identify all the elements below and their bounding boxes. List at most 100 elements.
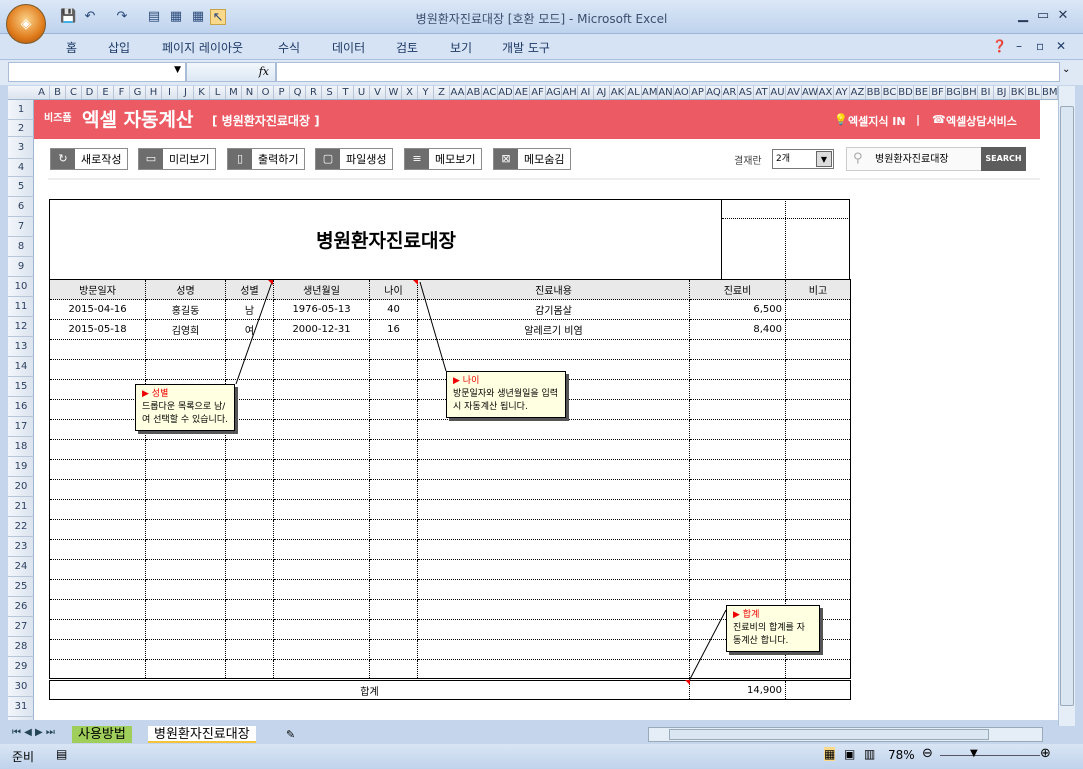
row-header[interactable]: 16 (8, 397, 34, 417)
cell[interactable] (689, 579, 786, 600)
column-header[interactable]: AS (738, 86, 754, 99)
row-header[interactable]: 22 (8, 517, 34, 537)
search-button[interactable]: SEARCH (981, 147, 1026, 171)
row-header[interactable]: 19 (8, 457, 34, 477)
cell[interactable] (369, 659, 418, 680)
chevron-down-icon[interactable]: ▼ (816, 151, 832, 167)
cell[interactable] (225, 339, 274, 360)
column-header[interactable]: BJ (994, 86, 1010, 99)
cell[interactable] (49, 599, 146, 620)
zoom-level[interactable]: 78% (888, 748, 915, 762)
cell[interactable] (689, 499, 786, 520)
cell[interactable]: 알레르기 비염 (417, 319, 690, 340)
column-header[interactable]: W (386, 86, 402, 99)
cell[interactable] (225, 579, 274, 600)
column-header[interactable]: D (82, 86, 98, 99)
cell[interactable] (369, 459, 418, 480)
row-header[interactable]: 18 (8, 437, 34, 457)
column-header[interactable]: A (34, 86, 50, 99)
cell[interactable] (273, 579, 370, 600)
help-icon[interactable]: ❓ (992, 39, 1007, 53)
cell[interactable] (225, 459, 274, 480)
chevron-down-icon[interactable]: ▼ (174, 65, 181, 75)
row-header[interactable]: 6 (8, 197, 34, 217)
cell[interactable] (49, 439, 146, 460)
cell[interactable] (689, 479, 786, 500)
cell[interactable] (49, 579, 146, 600)
cell[interactable] (785, 359, 851, 380)
row-header[interactable]: 13 (8, 337, 34, 357)
cell[interactable] (273, 499, 370, 520)
cell[interactable] (785, 319, 851, 340)
total-label[interactable]: 합계 (49, 678, 690, 700)
column-header[interactable]: BE (914, 86, 930, 99)
cell[interactable] (145, 479, 226, 500)
cell[interactable] (417, 419, 690, 440)
save-icon[interactable]: 💾 (60, 9, 76, 25)
column-header[interactable]: BG (946, 86, 962, 99)
print-preview-icon[interactable]: ▤ (146, 9, 162, 25)
column-header[interactable]: L (210, 86, 226, 99)
cell[interactable] (785, 459, 851, 480)
row-header[interactable]: 15 (8, 377, 34, 397)
column-header[interactable]: AA (450, 86, 466, 99)
cell[interactable] (785, 659, 851, 680)
page-layout-view-icon[interactable]: ▣ (844, 747, 855, 761)
cell[interactable] (273, 379, 370, 400)
name-box[interactable]: ▼ (8, 62, 186, 82)
cell[interactable] (417, 559, 690, 580)
column-header[interactable]: G (130, 86, 146, 99)
row-header[interactable]: 31 (8, 697, 34, 717)
cell[interactable] (417, 639, 690, 660)
row-header[interactable]: 23 (8, 537, 34, 557)
cell[interactable] (369, 619, 418, 640)
column-header[interactable]: AB (466, 86, 482, 99)
column-header[interactable]: AG (546, 86, 562, 99)
cell[interactable] (417, 619, 690, 640)
column-header[interactable]: BC (882, 86, 898, 99)
cell[interactable] (417, 519, 690, 540)
row-header[interactable]: 27 (8, 617, 34, 637)
cell[interactable] (225, 639, 274, 660)
cell[interactable] (369, 579, 418, 600)
cell[interactable]: 16 (369, 319, 418, 340)
sheet-tab-usage[interactable]: 사용방법 (72, 726, 132, 743)
column-heading[interactable]: 비고 (785, 279, 851, 300)
cell[interactable] (369, 399, 418, 420)
show-memo-button[interactable]: ≡ 메모보기 (404, 148, 483, 170)
cell[interactable] (225, 659, 274, 680)
insert-sheet-icon[interactable]: ✎ (280, 726, 301, 743)
column-header[interactable]: N (242, 86, 258, 99)
cell[interactable] (785, 678, 851, 700)
cell[interactable] (49, 339, 146, 360)
tab-home[interactable]: 홈 (66, 39, 77, 56)
cell[interactable] (369, 479, 418, 500)
column-header[interactable]: AH (562, 86, 578, 99)
cell[interactable] (145, 339, 226, 360)
cell[interactable] (689, 539, 786, 560)
column-header[interactable]: AE (514, 86, 530, 99)
cell[interactable] (145, 619, 226, 640)
cell[interactable] (145, 539, 226, 560)
scroll-thumb[interactable] (1060, 106, 1074, 706)
cell[interactable] (145, 519, 226, 540)
cell[interactable] (49, 659, 146, 680)
column-header[interactable]: BH (962, 86, 978, 99)
column-heading[interactable]: 방문일자 (49, 279, 146, 300)
column-header[interactable]: AZ (850, 86, 866, 99)
cell[interactable] (225, 439, 274, 460)
new-button[interactable]: ↻ 새로작성 (50, 148, 129, 170)
column-header[interactable]: AK (610, 86, 626, 99)
select-pointer-icon[interactable]: ↖ (210, 9, 226, 25)
row-header[interactable]: 9 (8, 257, 34, 277)
column-header[interactable]: BK (1010, 86, 1026, 99)
cell[interactable] (273, 539, 370, 560)
cell[interactable]: 감기몸살 (417, 299, 690, 320)
tab-data[interactable]: 데이터 (332, 39, 365, 56)
cell[interactable]: 40 (369, 299, 418, 320)
row-header[interactable]: 10 (8, 277, 34, 297)
row-header[interactable]: 30 (8, 677, 34, 697)
print-button[interactable]: ▯ 출력하기 (227, 148, 306, 170)
cell[interactable] (785, 499, 851, 520)
cell[interactable] (225, 359, 274, 380)
